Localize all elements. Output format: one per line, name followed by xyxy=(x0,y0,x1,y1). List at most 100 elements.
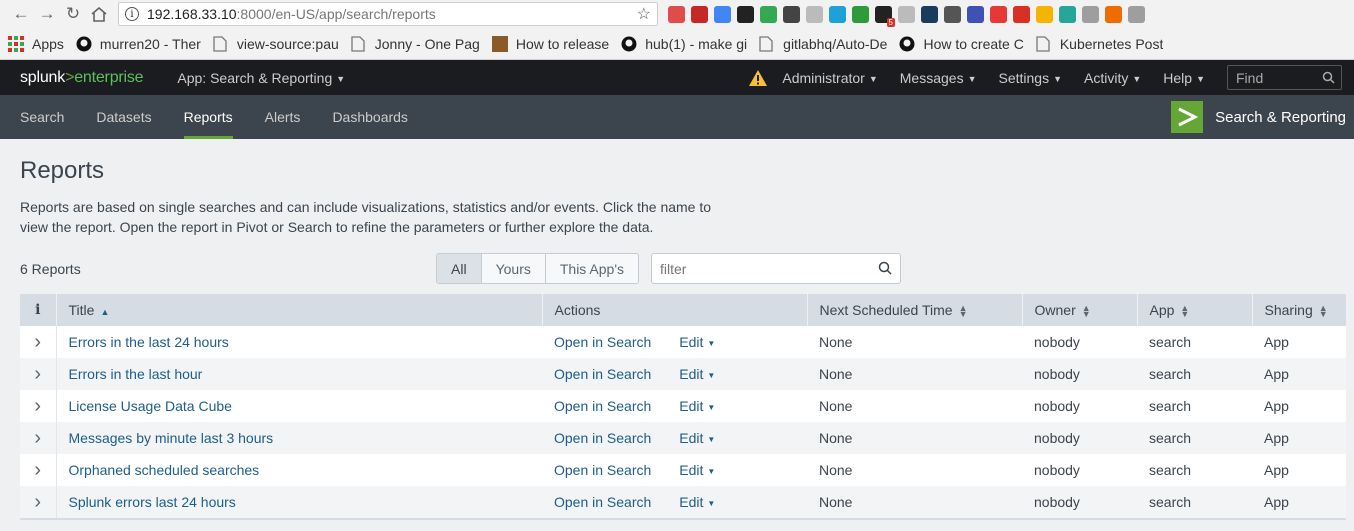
warning-icon[interactable] xyxy=(748,69,768,87)
extension-icon[interactable] xyxy=(1105,5,1122,23)
filter-input[interactable]: filter xyxy=(651,253,901,284)
menu-messages[interactable]: Messages ▼ xyxy=(900,70,977,86)
extension-icon[interactable] xyxy=(898,5,915,23)
tab-alerts[interactable]: Alerts xyxy=(249,95,317,139)
sort-icon[interactable]: ▲ ▼ xyxy=(959,304,968,319)
tab-reports[interactable]: Reports xyxy=(168,95,249,139)
column-header-owner[interactable]: Owner ▲ ▼ xyxy=(1022,294,1138,326)
open-in-search-link[interactable]: Open in Search xyxy=(554,398,651,414)
splunk-logo[interactable]: splunk>enterprise xyxy=(20,69,144,87)
bookmark-item[interactable]: view-source:pau xyxy=(213,36,339,52)
bookmark-item[interactable]: Apps xyxy=(8,35,64,52)
open-in-search-link[interactable]: Open in Search xyxy=(554,494,651,510)
bookmark-item[interactable]: How to release xyxy=(491,35,609,52)
edit-label: Edit xyxy=(679,334,704,350)
edit-dropdown[interactable]: Edit ▼ xyxy=(679,366,715,382)
report-title-link[interactable]: Errors in the last 24 hours xyxy=(69,334,229,350)
extension-icon[interactable] xyxy=(990,5,1007,23)
expand-row-chevron-icon[interactable]: › xyxy=(20,454,57,486)
column-header-app[interactable]: App ▲ ▼ xyxy=(1137,294,1253,326)
extension-icon[interactable] xyxy=(852,5,869,23)
tab-datasets[interactable]: Datasets xyxy=(80,95,167,139)
extension-icon[interactable] xyxy=(668,5,685,23)
filter-button-yours[interactable]: Yours xyxy=(481,254,546,283)
edit-dropdown[interactable]: Edit ▼ xyxy=(679,398,715,414)
open-in-search-link[interactable]: Open in Search xyxy=(554,430,651,446)
extension-icon[interactable] xyxy=(829,5,846,23)
report-title-link[interactable]: Splunk errors last 24 hours xyxy=(69,494,236,510)
report-title-link[interactable]: Messages by minute last 3 hours xyxy=(69,430,274,446)
app-menu[interactable]: App: Search & Reporting ▼ xyxy=(177,70,345,86)
extension-icon[interactable] xyxy=(1036,5,1053,23)
open-in-search-link[interactable]: Open in Search xyxy=(554,334,651,350)
back-arrow-icon[interactable]: ← xyxy=(8,1,34,27)
report-title-cell: License Usage Data Cube xyxy=(56,390,542,422)
extension-icon[interactable] xyxy=(967,5,984,23)
extension-icon[interactable] xyxy=(737,5,754,23)
expand-row-chevron-icon[interactable]: › xyxy=(20,422,57,454)
filter-button-this-app-s[interactable]: This App's xyxy=(545,254,639,283)
sort-ascending-icon[interactable]: ▲ xyxy=(100,307,109,317)
next-cell: None xyxy=(807,422,1022,454)
extension-icon[interactable] xyxy=(921,5,938,23)
bookmark-item[interactable]: Kubernetes Post xyxy=(1036,35,1164,52)
sort-icon[interactable]: ▲ ▼ xyxy=(1180,304,1189,319)
find-input[interactable]: Find xyxy=(1227,65,1342,90)
menu-label: Administrator xyxy=(782,69,865,86)
image-icon xyxy=(491,35,508,52)
menu-activity[interactable]: Activity ▼ xyxy=(1084,70,1141,86)
app-title: Search & Reporting xyxy=(1171,95,1354,139)
sort-icon[interactable]: ▲ ▼ xyxy=(1082,304,1091,319)
extension-icon[interactable] xyxy=(944,5,961,23)
chevron-down-icon: ▼ xyxy=(707,370,716,380)
menu-label: Messages xyxy=(899,69,964,86)
bookmark-label: Kubernetes Post xyxy=(1059,35,1164,52)
menu-help[interactable]: Help ▼ xyxy=(1163,70,1205,86)
edit-dropdown[interactable]: Edit ▼ xyxy=(679,462,715,478)
open-in-search-link[interactable]: Open in Search xyxy=(554,366,651,382)
report-title-link[interactable]: License Usage Data Cube xyxy=(69,398,232,414)
filter-button-all[interactable]: All xyxy=(437,254,482,283)
address-bar[interactable]: i 192.168.33.10:8000/en-US/app/search/re… xyxy=(118,2,658,26)
report-title-link[interactable]: Orphaned scheduled searches xyxy=(69,462,260,478)
site-info-icon[interactable]: i xyxy=(125,7,139,21)
column-header-title[interactable]: Title ▲ xyxy=(56,294,543,326)
bookmark-item[interactable]: How to create C xyxy=(899,36,1024,52)
extension-icon[interactable] xyxy=(691,5,708,23)
menu-administrator[interactable]: Administrator ▼ xyxy=(782,70,877,86)
edit-dropdown[interactable]: Edit ▼ xyxy=(679,494,715,510)
expand-row-chevron-icon[interactable]: › xyxy=(20,486,57,518)
edit-dropdown[interactable]: Edit ▼ xyxy=(679,334,715,350)
bookmark-item[interactable]: gitlabhq/Auto-De xyxy=(759,36,887,52)
forward-arrow-icon[interactable]: → xyxy=(34,1,60,27)
reload-icon[interactable]: ↻ xyxy=(60,1,86,27)
menu-settings[interactable]: Settings ▼ xyxy=(999,70,1063,86)
tab-search[interactable]: Search xyxy=(0,95,80,139)
extension-icon[interactable] xyxy=(1082,5,1099,23)
expand-row-chevron-icon[interactable]: › xyxy=(20,326,57,358)
extension-icon[interactable] xyxy=(760,5,777,23)
expand-row-chevron-icon[interactable]: › xyxy=(20,358,57,390)
extension-icon[interactable] xyxy=(783,5,800,23)
edit-dropdown[interactable]: Edit ▼ xyxy=(679,430,715,446)
extension-icon[interactable] xyxy=(1128,5,1145,23)
bookmark-item[interactable]: hub(1) - make gi xyxy=(621,36,747,52)
extension-icon[interactable]: 5 xyxy=(875,5,895,27)
column-header-label: Sharing xyxy=(1264,302,1313,318)
bookmark-star-icon[interactable]: ☆ xyxy=(637,4,651,24)
column-header-sharing[interactable]: Sharing ▲ ▼ xyxy=(1252,294,1346,326)
column-header-next-scheduled-time[interactable]: Next Scheduled Time ▲ ▼ xyxy=(807,294,1023,326)
next-cell: None xyxy=(807,326,1022,358)
sort-icon[interactable]: ▲ ▼ xyxy=(1319,304,1328,319)
tab-dashboards[interactable]: Dashboards xyxy=(316,95,424,139)
bookmark-item[interactable]: Jonny - One Pag xyxy=(351,36,480,52)
extension-icon[interactable] xyxy=(1013,5,1030,23)
open-in-search-link[interactable]: Open in Search xyxy=(554,462,651,478)
report-title-link[interactable]: Errors in the last hour xyxy=(69,366,203,382)
extension-icon[interactable] xyxy=(714,5,731,23)
expand-row-chevron-icon[interactable]: › xyxy=(20,390,57,422)
home-icon[interactable] xyxy=(86,1,112,27)
bookmark-item[interactable]: murren20 - Ther xyxy=(76,36,201,52)
extension-icon[interactable] xyxy=(1059,5,1076,23)
extension-icon[interactable] xyxy=(806,5,823,23)
